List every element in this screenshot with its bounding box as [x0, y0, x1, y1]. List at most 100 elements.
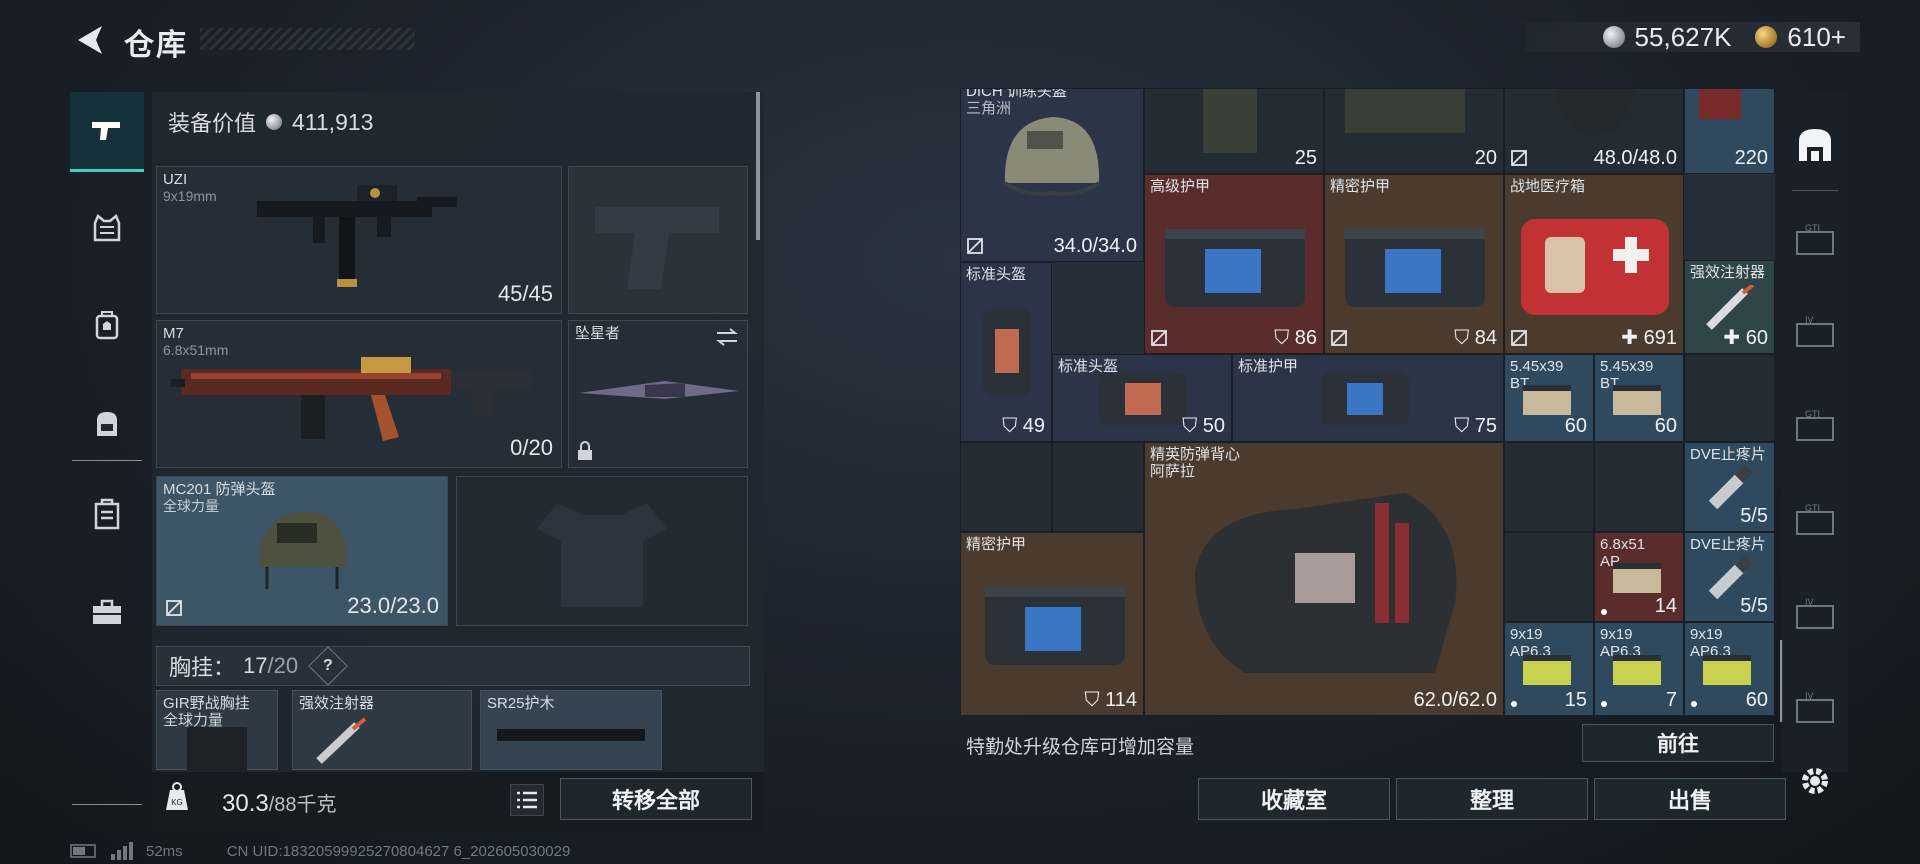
item-count: ✚ 60	[1723, 327, 1768, 349]
storage-item-ammo[interactable]: 9x19 AP6.3 60	[1684, 622, 1775, 716]
chest-rig-header: 胸挂： 17/20 ?	[156, 646, 750, 686]
item-count: ⛉ 114	[1084, 689, 1137, 711]
storage-item[interactable]: 48.0/48.0	[1504, 88, 1684, 174]
storage-empty-cell[interactable]	[1594, 442, 1684, 532]
transfer-all-button[interactable]: 转移全部	[560, 778, 752, 820]
equipment-scrollbar[interactable]	[756, 92, 760, 240]
storage-empty-cell[interactable]	[1504, 532, 1594, 622]
storage-box-icon: IV	[1796, 598, 1834, 629]
storage-item-painkiller[interactable]: DVE止疼片 5/5	[1684, 442, 1775, 532]
storage-item-ammo[interactable]: 9x19 AP6.3 15	[1504, 622, 1594, 716]
storage-item-ammo[interactable]: 9x19 AP6.3 7	[1594, 622, 1684, 716]
signal-icon	[111, 842, 133, 860]
gold-currency[interactable]: 610+	[1787, 22, 1846, 53]
storage-item[interactable]: 25	[1144, 88, 1324, 174]
item-label: DVE止疼片	[1690, 446, 1766, 463]
svg-text:IV: IV	[1805, 598, 1814, 607]
storage-item-precision-armor[interactable]: 精密护甲 ⛉ 84	[1324, 174, 1504, 354]
item-label: DICH 训练头盔	[966, 88, 1067, 100]
gold-coin-icon	[1755, 26, 1778, 48]
category-weapon[interactable]	[70, 92, 144, 172]
durability-icon	[1511, 330, 1527, 346]
chest-item-slot[interactable]: 强效注射器	[292, 690, 472, 770]
storage-item-ammo[interactable]: 5.45x39 BT 60	[1594, 354, 1684, 442]
chest-item-name: GIR野战胸挂	[163, 695, 250, 712]
storage-tab-4[interactable]: GTI	[1790, 402, 1840, 452]
storage-tab-main[interactable]	[1790, 120, 1840, 170]
storage-tab-3[interactable]: IV	[1790, 308, 1840, 358]
chest-item-name: 强效注射器	[299, 695, 375, 712]
chest-item-slot[interactable]: SR25护木	[480, 690, 662, 770]
item-count: ⛉ 86	[1274, 327, 1317, 349]
storage-box-icon: GTI	[1796, 410, 1834, 441]
chest-rig-total: /20	[267, 653, 299, 678]
goto-button[interactable]: 前往	[1582, 724, 1774, 762]
storage-tab-5[interactable]: GTI	[1790, 496, 1840, 546]
body-armor-slot[interactable]	[456, 476, 748, 626]
swap-icon[interactable]	[715, 327, 739, 347]
sell-button[interactable]: 出售	[1594, 778, 1786, 820]
back-button[interactable]	[70, 20, 110, 60]
list-icon	[517, 791, 537, 809]
secondary-weapon-slot[interactable]: M7 6.8x51mm 0/20	[156, 320, 562, 468]
storage-empty-cell[interactable]	[1684, 354, 1775, 442]
primary-weapon-ammo: 45/45	[497, 281, 553, 306]
storage-tab-6[interactable]: IV	[1790, 590, 1840, 640]
page-title: 仓库	[124, 29, 188, 62]
storage-box-icon: GTI	[1796, 224, 1834, 255]
chest-item-slot[interactable]: GIR野战胸挂 全球力量	[156, 690, 278, 771]
category-toolbox[interactable]	[70, 572, 144, 652]
armor-bag-image	[1099, 373, 1187, 425]
storage-item[interactable]: 20	[1324, 88, 1504, 174]
battery-icon	[70, 844, 96, 858]
pistol-icon	[92, 121, 120, 140]
currency-bar: 55,627K 610+	[1525, 22, 1860, 52]
category-chest-rig[interactable]	[70, 286, 144, 366]
storage-empty-cell[interactable]	[1052, 442, 1144, 532]
primary-weapon-name: UZI	[163, 171, 188, 188]
organize-button[interactable]: 整理	[1396, 778, 1588, 820]
storage-item-syringe[interactable]: 强效注射器 ✚ 60	[1684, 260, 1775, 354]
storage-item-painkiller[interactable]: DVE止疼片 5/5	[1684, 532, 1775, 622]
chest-rig-used: 17	[243, 653, 268, 678]
plus-icon: ✚	[1723, 327, 1741, 349]
category-backpack[interactable]	[70, 384, 144, 464]
item-label: 9x19	[1600, 626, 1633, 643]
collection-room-button[interactable]: 收藏室	[1198, 778, 1390, 820]
storage-item-advanced-armor[interactable]: 高级护甲 ⛉ 86	[1144, 174, 1324, 354]
storage-item-precision-armor[interactable]: 精密护甲 ⛉ 114	[960, 532, 1144, 716]
category-armor[interactable]	[70, 188, 144, 268]
medkit-image	[1699, 89, 1741, 119]
primary-weapon-slot[interactable]: UZI 9x19mm 45/45	[156, 166, 562, 314]
helmet-slot[interactable]: MC201 防弹头盔 全球力量 23.0/23.0	[156, 476, 448, 626]
storage-item-standard-armor[interactable]: 标准护甲 ⛉ 75	[1232, 354, 1504, 442]
storage-item-ammo[interactable]: 5.45x39 BT 60	[1504, 354, 1594, 442]
storage-item-elite-vest[interactable]: 精英防弹背心 阿萨拉 62.0/62.0	[1144, 442, 1504, 716]
settings-button[interactable]	[1794, 760, 1836, 802]
storage-empty-cell[interactable]	[960, 442, 1052, 532]
pill-bottle-image	[1709, 555, 1753, 599]
storage-item[interactable]: 220	[1684, 88, 1775, 174]
item-label: 精英防弹背心	[1150, 446, 1241, 463]
ammo-box-image	[1613, 385, 1661, 415]
storage-item-standard-helmet[interactable]: 标准头盔 ⛉ 49	[960, 262, 1052, 442]
storage-item-training-helmet[interactable]: DICH 训练头盔 三角洲 34.0/34.0	[960, 88, 1144, 262]
storage-tab-7[interactable]: IV	[1790, 684, 1840, 734]
helmet-image	[1003, 117, 1101, 196]
storage-tab-2[interactable]: GTI	[1790, 216, 1840, 266]
storage-empty-cell[interactable]	[1504, 442, 1594, 532]
help-button[interactable]: ?	[308, 646, 348, 686]
storage-item-medkit[interactable]: 战地医疗箱 ✚ 691	[1504, 174, 1684, 354]
storage-tabs: GTI IV GTI GTI IV IV	[1782, 92, 1848, 772]
vest-image	[1195, 493, 1457, 673]
category-container[interactable]	[70, 474, 144, 554]
ping: 52ms	[146, 842, 183, 860]
pistol-silhouette-image	[595, 207, 719, 289]
storage-item-ammo[interactable]: 6.8x51 AP 14	[1594, 532, 1684, 622]
item-label: 标准护甲	[1238, 358, 1299, 375]
melee-slot[interactable]: 坠星者	[568, 320, 748, 468]
sidearm-slot[interactable]	[568, 166, 748, 314]
storage-item-standard-helmet[interactable]: 标准头盔 ⛉ 50	[1052, 354, 1232, 442]
item-count: ⛉ 50	[1182, 415, 1225, 437]
list-view-button[interactable]	[510, 784, 544, 816]
